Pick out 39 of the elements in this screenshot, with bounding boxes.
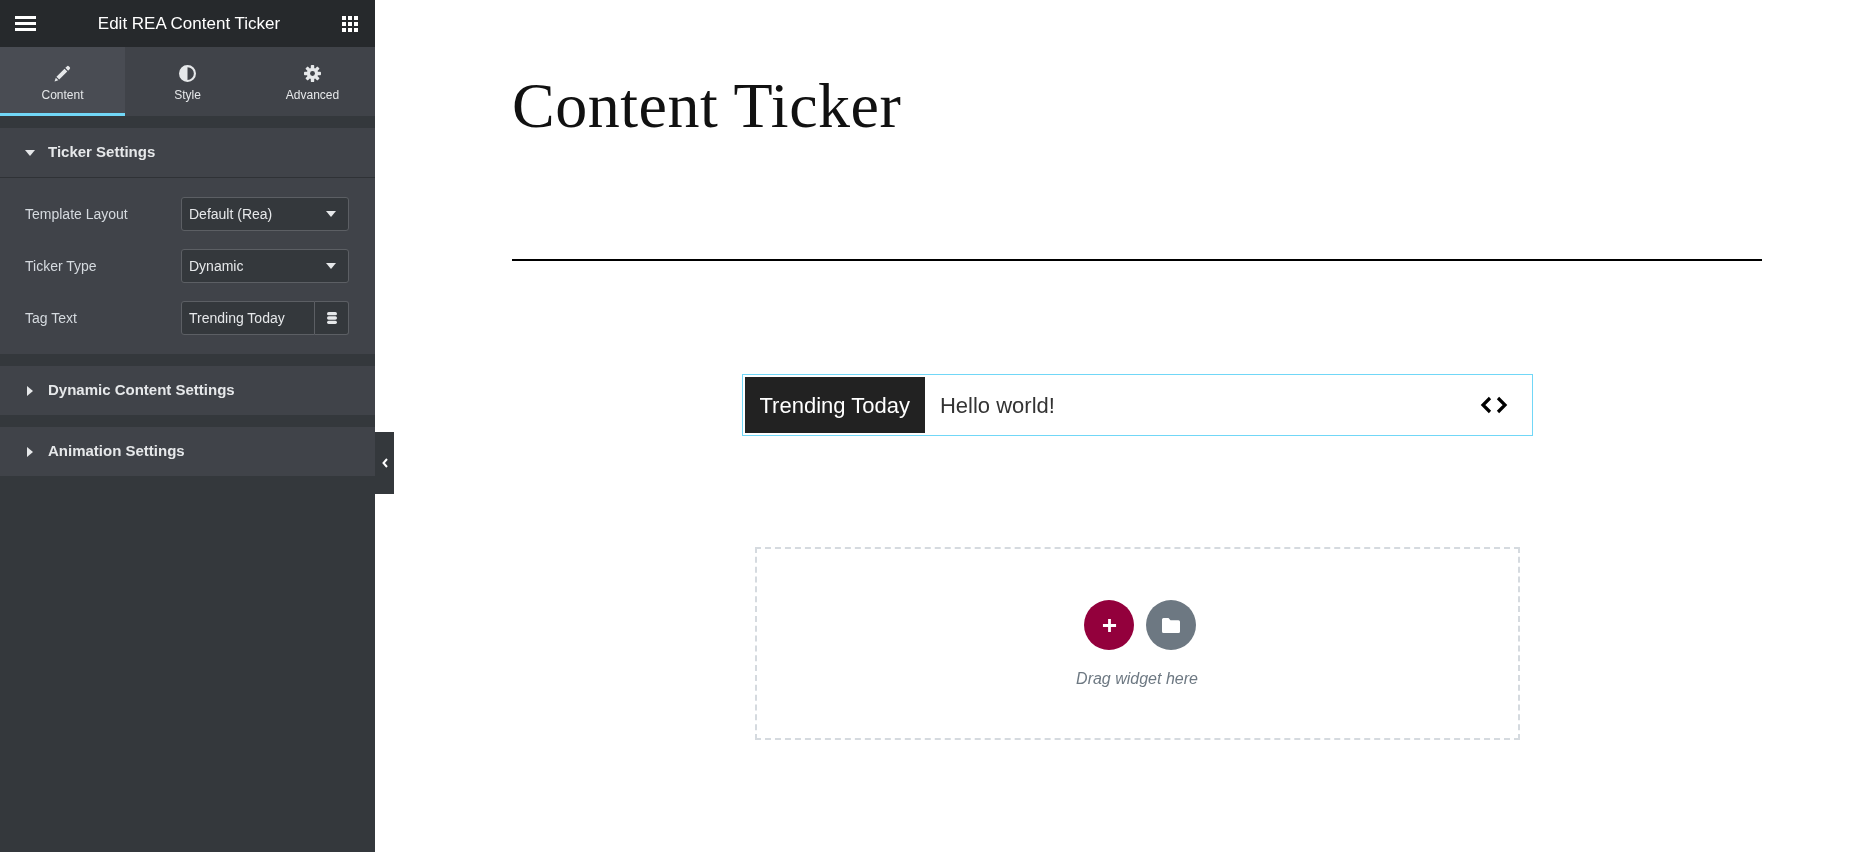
dropdown-select[interactable]: Dynamic xyxy=(181,249,349,283)
folder-icon xyxy=(1162,617,1180,633)
text-input-field[interactable]: Trending Today xyxy=(181,301,315,335)
chevron-left-icon xyxy=(381,458,388,468)
collapse-panel-button[interactable] xyxy=(375,432,394,494)
dropdown-select[interactable]: Default (Rea) xyxy=(181,197,349,231)
contrast-icon xyxy=(179,64,196,82)
plus-icon xyxy=(1101,617,1117,633)
section-header[interactable]: Animation Settings xyxy=(0,427,375,476)
previous-button[interactable] xyxy=(1479,396,1492,414)
ticker-tag: Trending Today xyxy=(744,377,925,433)
caret-down-icon xyxy=(25,149,35,156)
chevron-right-icon xyxy=(1495,396,1508,414)
menu-icon xyxy=(15,16,36,31)
widgets-grid-button[interactable] xyxy=(342,15,358,32)
control-label: Tag Text xyxy=(25,308,77,328)
next-button[interactable] xyxy=(1495,396,1508,414)
caret-right-icon xyxy=(27,446,33,457)
chevron-left-icon xyxy=(1479,396,1492,414)
section-header[interactable]: Dynamic Content Settings xyxy=(0,366,375,415)
section-header[interactable]: Ticker Settings xyxy=(0,128,375,177)
menu-button[interactable] xyxy=(15,16,36,31)
ticker-item[interactable]: Hello world! xyxy=(939,388,1055,422)
pencil-icon xyxy=(54,64,71,82)
dynamic-tags-button[interactable] xyxy=(315,301,349,335)
gear-icon xyxy=(304,64,321,82)
panel-title: Edit REA Content Ticker xyxy=(96,15,282,32)
add-section-button[interactable] xyxy=(1084,600,1134,650)
grid-icon xyxy=(342,15,358,32)
add-template-button[interactable] xyxy=(1146,600,1196,650)
caret-right-icon xyxy=(27,385,33,396)
page-heading: Content Ticker xyxy=(512,74,903,138)
caret-down-icon xyxy=(326,211,336,217)
drop-hint: Drag widget here xyxy=(1076,669,1198,689)
control-label: Ticker Type xyxy=(25,256,97,276)
caret-down-icon xyxy=(326,263,336,269)
control-label: Template Layout xyxy=(25,204,128,224)
database-icon xyxy=(326,312,337,324)
panel-tab[interactable]: Content xyxy=(0,47,125,116)
